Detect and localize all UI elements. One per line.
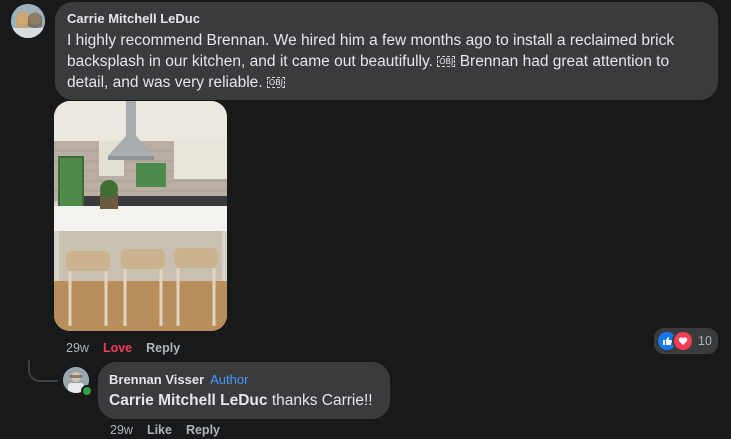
reply-actions: 29w Like Reply [110,423,234,437]
reaction-summary[interactable]: 10 [654,328,718,354]
reply-mention[interactable]: Carrie Mitchell LeDuc [109,392,268,409]
reply-message: thanks Carrie!! [271,392,373,409]
obj-marker-1: OBJ [437,56,456,67]
comment-actions: 29w Love Reply [66,341,194,355]
comment-author-name[interactable]: Carrie Mitchell LeDuc [67,11,200,26]
like-button[interactable]: Like [147,423,172,437]
comment-bubble: Carrie Mitchell LeDuc I highly recommend… [55,2,718,100]
reply-button[interactable]: Reply [146,341,180,355]
reply-reply-button[interactable]: Reply [186,423,220,437]
obj-marker-2: OBJ [266,77,286,88]
comment-photo[interactable] [54,101,227,331]
reply-text: Carrie Mitchell LeDuc thanks Carrie!! [109,390,373,411]
comment-timestamp[interactable]: 29w [66,341,89,355]
reply-bubble: Brennan Visser Author Carrie Mitchell Le… [98,362,390,419]
love-icon [672,330,694,352]
reaction-count: 10 [698,334,712,348]
love-button[interactable]: Love [103,341,132,355]
avatar-carrie[interactable] [11,4,45,38]
reply-author-name[interactable]: Brennan Visser [109,372,204,387]
author-badge: Author [210,372,249,387]
online-status-dot [81,385,93,397]
comment-text: I highly recommend Brennan. We hired him… [67,30,707,93]
reply-timestamp[interactable]: 29w [110,423,133,437]
thread-connector [28,360,58,382]
